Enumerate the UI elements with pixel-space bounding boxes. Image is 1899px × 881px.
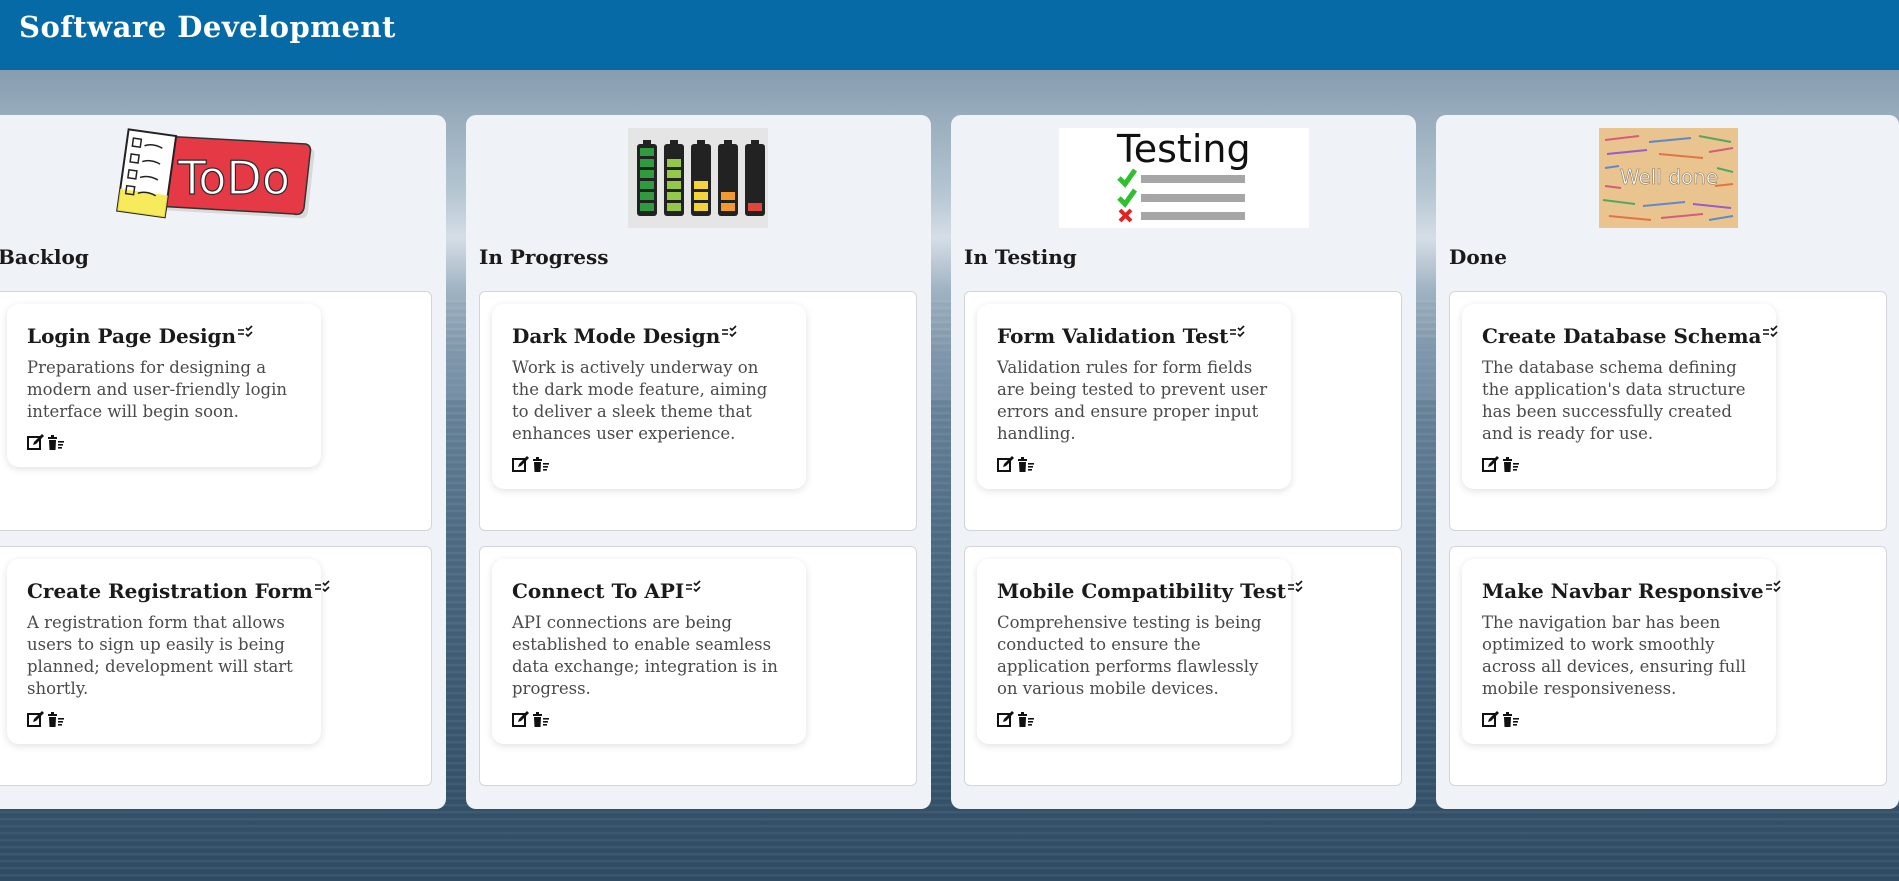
card-title: Create Database Schema	[1482, 324, 1779, 348]
card-description: Preparations for designing a modern and …	[27, 358, 288, 421]
checklist-icon[interactable]	[314, 577, 334, 601]
column-in-progress: In Progress Dark Mode Design Work is act…	[466, 115, 931, 809]
column-backlog: ToDo Backlog Login Page Design Preparati…	[0, 115, 446, 809]
edit-icon[interactable]	[27, 711, 45, 728]
task-card[interactable]: Make Navbar Responsive The navigation ba…	[1462, 559, 1781, 744]
delete-icon[interactable]	[1502, 456, 1520, 473]
card-title: Login Page Design	[27, 324, 303, 348]
testing-logo-text: Testing	[1116, 128, 1251, 171]
card-description: Work is actively underway on the dark mo…	[512, 358, 768, 443]
card-slot: Mobile Compatibility Test Comprehensive …	[964, 546, 1402, 786]
column-title: Backlog	[0, 245, 89, 269]
task-card[interactable]: Connect To API API connections are being…	[492, 559, 806, 744]
card-title: Connect To API	[512, 579, 788, 603]
card-slot: Create Database Schema The database sche…	[1449, 291, 1887, 531]
edit-icon[interactable]	[512, 711, 530, 728]
delete-icon[interactable]	[532, 711, 550, 728]
card-actions	[512, 711, 788, 728]
edit-icon[interactable]	[1482, 711, 1500, 728]
column-title: Done	[1449, 245, 1507, 269]
task-card[interactable]: Create Database Schema The database sche…	[1462, 304, 1779, 489]
card-actions	[512, 456, 788, 473]
checklist-icon[interactable]	[721, 322, 741, 346]
card-title: Form Validation Test	[997, 324, 1273, 348]
edit-icon[interactable]	[27, 434, 45, 451]
delete-icon[interactable]	[1017, 456, 1035, 473]
checklist-icon[interactable]	[1762, 322, 1782, 346]
card-title: Make Navbar Responsive	[1482, 579, 1781, 603]
card-actions	[1482, 456, 1758, 473]
card-slot: Make Navbar Responsive The navigation ba…	[1449, 546, 1887, 786]
card-actions	[997, 456, 1273, 473]
checklist-icon[interactable]	[1287, 577, 1307, 601]
checklist-icon[interactable]	[685, 577, 705, 601]
card-slot: Login Page Design Preparations for desig…	[0, 291, 432, 531]
edit-icon[interactable]	[997, 711, 1015, 728]
checklist-icon[interactable]	[1229, 322, 1249, 346]
card-slot: Dark Mode Design Work is actively underw…	[479, 291, 917, 531]
card-slot: Create Registration Form A registration …	[0, 546, 432, 786]
battery-levels-logo	[628, 128, 768, 228]
task-card[interactable]: Mobile Compatibility Test Comprehensive …	[977, 559, 1303, 744]
card-actions	[997, 711, 1273, 728]
column-done: Well done Done Create Database Schema Th…	[1436, 115, 1899, 809]
well-done-logo: Well done	[1599, 128, 1738, 228]
testing-checklist-logo: Testing	[1059, 127, 1309, 228]
card-description: Comprehensive testing is being conducted…	[997, 613, 1262, 698]
card-title: Create Registration Form	[27, 579, 330, 603]
card-description: The navigation bar has been optimized to…	[1482, 613, 1746, 698]
column-title: In Progress	[479, 245, 609, 269]
column-title: In Testing	[964, 245, 1077, 269]
edit-icon[interactable]	[1482, 456, 1500, 473]
edit-icon[interactable]	[997, 456, 1015, 473]
delete-icon[interactable]	[47, 711, 65, 728]
page-title: Software Development	[19, 10, 396, 44]
card-title: Dark Mode Design	[512, 324, 788, 348]
todo-logo-text: ToDo	[177, 151, 290, 205]
task-card[interactable]: Dark Mode Design Work is actively underw…	[492, 304, 806, 489]
task-card[interactable]: Login Page Design Preparations for desig…	[7, 304, 321, 467]
card-slot: Form Validation Test Validation rules fo…	[964, 291, 1402, 531]
card-description: The database schema defining the applica…	[1482, 358, 1746, 443]
delete-icon[interactable]	[47, 434, 65, 451]
card-actions	[27, 434, 303, 451]
edit-icon[interactable]	[512, 456, 530, 473]
delete-icon[interactable]	[532, 456, 550, 473]
well-done-logo-text: Well done	[1620, 165, 1718, 189]
card-slot: Connect To API API connections are being…	[479, 546, 917, 786]
app-header: Software Development	[0, 0, 1899, 70]
delete-icon[interactable]	[1502, 711, 1520, 728]
card-description: Validation rules for form fields are bei…	[997, 358, 1268, 443]
todo-logo: ToDo	[114, 128, 318, 224]
checklist-icon[interactable]	[1765, 577, 1785, 601]
checklist-icon[interactable]	[237, 322, 257, 346]
column-in-testing: Testing In Testing Form Validation Test …	[951, 115, 1416, 809]
task-card[interactable]: Form Validation Test Validation rules fo…	[977, 304, 1291, 489]
card-actions	[1482, 711, 1758, 728]
card-description: A registration form that allows users to…	[27, 613, 293, 698]
task-card[interactable]: Create Registration Form A registration …	[7, 559, 330, 744]
card-actions	[27, 711, 303, 728]
delete-icon[interactable]	[1017, 711, 1035, 728]
card-description: API connections are being established to…	[512, 613, 778, 698]
card-title: Mobile Compatibility Test	[997, 579, 1303, 603]
